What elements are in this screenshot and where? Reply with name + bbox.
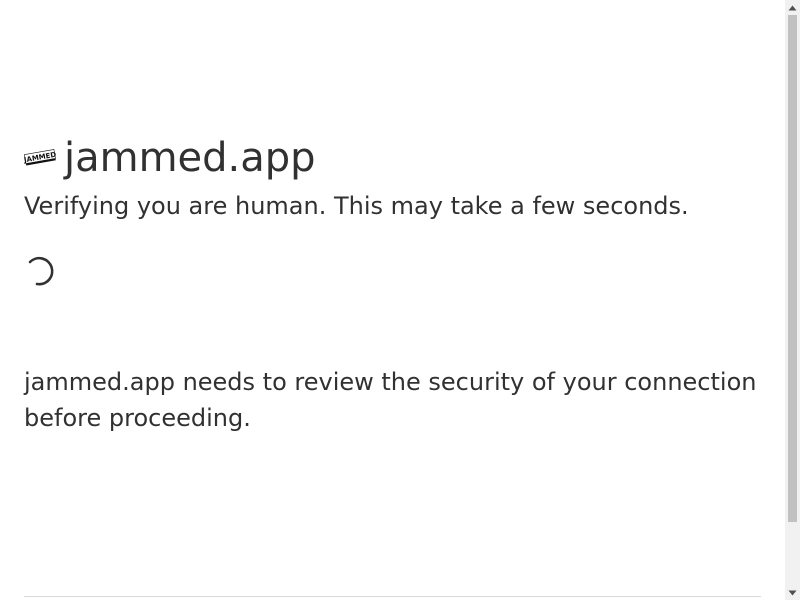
challenge-page: JAMMED jammed.app Verifying you are huma… (0, 0, 800, 600)
loading-spinner-icon (28, 256, 54, 286)
vertical-scrollbar[interactable] (785, 0, 800, 600)
security-message: jammed.app needs to review the security … (24, 368, 757, 432)
footer-divider (24, 596, 761, 597)
site-title: jammed.app (64, 135, 316, 181)
site-logo-icon: JAMMED (24, 149, 56, 166)
verification-subtitle: Verifying you are human. This may take a… (24, 192, 689, 220)
site-title-row: JAMMED jammed.app (24, 134, 316, 182)
loading-spinner (24, 254, 58, 288)
scroll-up-arrow-icon[interactable] (785, 0, 800, 15)
scroll-down-arrow-icon[interactable] (785, 585, 800, 600)
scrollbar-thumb[interactable] (788, 15, 797, 522)
